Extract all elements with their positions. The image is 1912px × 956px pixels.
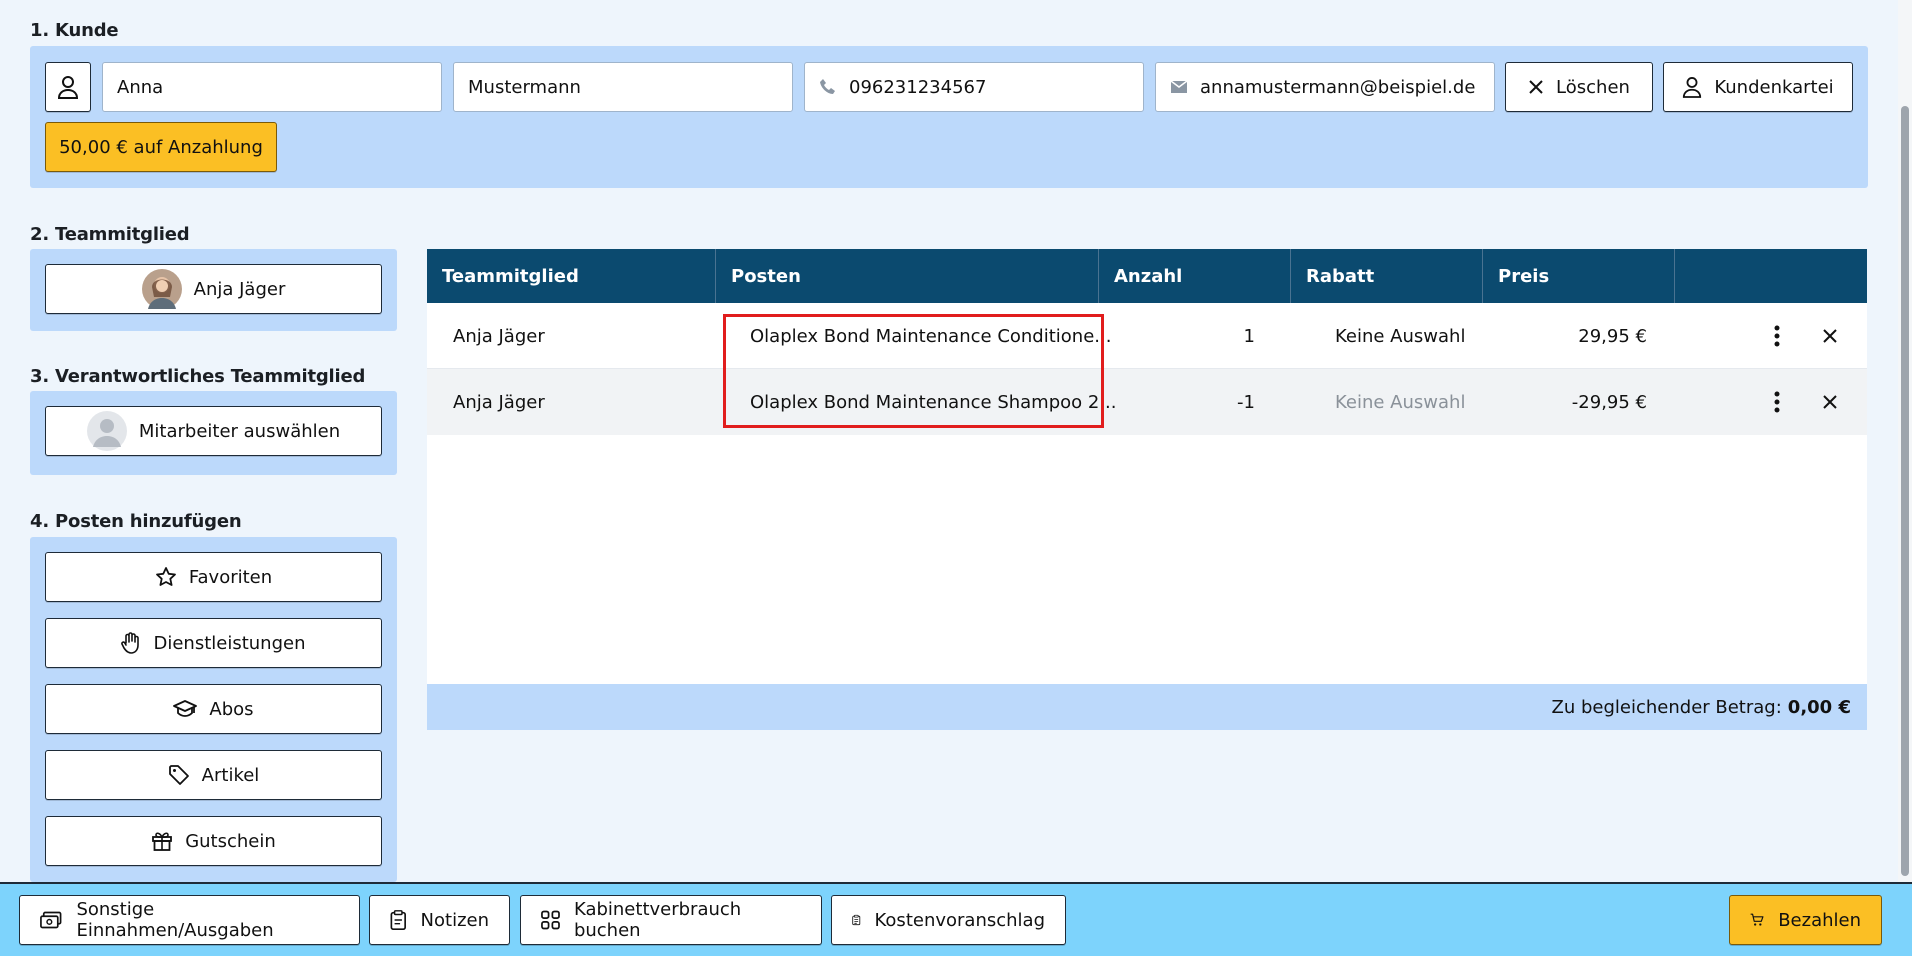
header-discount: Rabatt: [1291, 249, 1483, 303]
team-member-panel: Anja Jäger: [30, 249, 397, 331]
close-icon: [1529, 80, 1543, 94]
add-items-panel: Favoriten Dienstleistungen Abos Artikel …: [30, 537, 397, 882]
cash-icon: [40, 911, 62, 929]
tag-icon: [168, 765, 189, 785]
row-more-button[interactable]: [1762, 369, 1792, 435]
total-bar: Zu begleichender Betrag: 0,00 €: [427, 684, 1867, 730]
row-price: 29,95 €: [1578, 325, 1647, 347]
header-price: Preis: [1483, 249, 1675, 303]
avatar: [141, 269, 182, 309]
deposit-button[interactable]: 50,00 € auf Anzahlung: [45, 122, 277, 172]
user-icon: [57, 76, 79, 99]
team-member-button[interactable]: Anja Jäger: [45, 264, 382, 314]
section-team-label: 2. Teammitglied: [30, 224, 190, 245]
header-actions: [1675, 249, 1867, 303]
pay-button[interactable]: Bezahlen: [1729, 895, 1882, 945]
table-row[interactable]: Anja Jäger Olaplex Bond Maintenance Cond…: [427, 303, 1867, 369]
header-item: Posten: [716, 249, 1099, 303]
table-header: Teammitglied Posten Anzahl Rabatt Preis: [427, 249, 1867, 303]
notes-button[interactable]: Notizen: [369, 895, 510, 945]
customer-file-button[interactable]: Kundenkartei: [1663, 62, 1853, 112]
other-income-button[interactable]: Sonstige Einnahmen/Ausgaben: [19, 895, 360, 945]
clipboard-list-icon: [852, 914, 861, 926]
clear-customer-button[interactable]: Löschen: [1505, 62, 1653, 112]
responsible-panel: Mitarbeiter auswählen: [30, 391, 397, 475]
last-name-input[interactable]: Mustermann: [453, 62, 793, 112]
more-vertical-icon: [1774, 325, 1780, 347]
more-vertical-icon: [1774, 391, 1780, 413]
first-name-input[interactable]: Anna: [102, 62, 442, 112]
row-more-button[interactable]: [1762, 303, 1792, 369]
estimate-button[interactable]: Kostenvoranschlag: [831, 895, 1066, 945]
row-item: Olaplex Bond Maintenance Shampoo 2...: [750, 391, 1117, 413]
cabinet-consumption-button[interactable]: Kabinettverbrauch buchen: [520, 895, 822, 945]
row-delete-button[interactable]: [1815, 303, 1845, 369]
items-table: Teammitglied Posten Anzahl Rabatt Preis …: [427, 249, 1867, 730]
star-icon: [155, 567, 176, 586]
avatar-placeholder-icon: [86, 411, 127, 451]
row-member: Anja Jäger: [453, 391, 545, 413]
clipboard-icon: [390, 910, 406, 931]
customer-panel: Anna Mustermann 096231234567 annamusterm…: [30, 46, 1868, 188]
row-price: -29,95 €: [1571, 391, 1647, 413]
row-item: Olaplex Bond Maintenance Conditione...: [750, 325, 1112, 347]
cart-icon: [1750, 913, 1764, 926]
section-add-items-label: 4. Posten hinzufügen: [30, 511, 242, 532]
user-icon: [1683, 77, 1702, 98]
close-icon: [1823, 329, 1837, 343]
services-button[interactable]: Dienstleistungen: [45, 618, 382, 668]
row-discount[interactable]: Keine Auswahl: [1335, 303, 1465, 369]
customer-icon-button[interactable]: [45, 62, 91, 112]
row-quantity: -1: [1237, 391, 1255, 413]
hand-icon: [121, 632, 140, 654]
mail-icon: [1170, 80, 1188, 93]
close-icon: [1823, 395, 1837, 409]
row-quantity: 1: [1243, 325, 1255, 347]
subscriptions-button[interactable]: Abos: [45, 684, 382, 734]
section-responsible-label: 3. Verantwortliches Teammitglied: [30, 366, 366, 387]
graduation-cap-icon: [173, 700, 198, 717]
voucher-button[interactable]: Gutschein: [45, 816, 382, 866]
grid-icon: [541, 910, 560, 930]
table-row[interactable]: Anja Jäger Olaplex Bond Maintenance Sham…: [427, 369, 1867, 435]
header-team-member: Teammitglied: [427, 249, 716, 303]
phone-input[interactable]: 096231234567: [804, 62, 1144, 112]
select-employee-button[interactable]: Mitarbeiter auswählen: [45, 406, 382, 456]
email-input[interactable]: annamustermann@beispiel.de: [1155, 62, 1495, 112]
favorites-button[interactable]: Favoriten: [45, 552, 382, 602]
phone-icon: [820, 79, 835, 94]
articles-button[interactable]: Artikel: [45, 750, 382, 800]
section-customer-label: 1. Kunde: [30, 20, 119, 41]
scrollbar-thumb[interactable]: [1901, 106, 1909, 876]
row-delete-button[interactable]: [1815, 369, 1845, 435]
scrollbar-track[interactable]: [1898, 0, 1912, 882]
gift-icon: [152, 832, 173, 851]
total-value: 0,00 €: [1787, 696, 1851, 718]
header-quantity: Anzahl: [1099, 249, 1291, 303]
row-discount[interactable]: Keine Auswahl: [1335, 369, 1465, 435]
total-label: Zu begleichender Betrag:: [1551, 696, 1782, 718]
row-member: Anja Jäger: [453, 325, 545, 347]
